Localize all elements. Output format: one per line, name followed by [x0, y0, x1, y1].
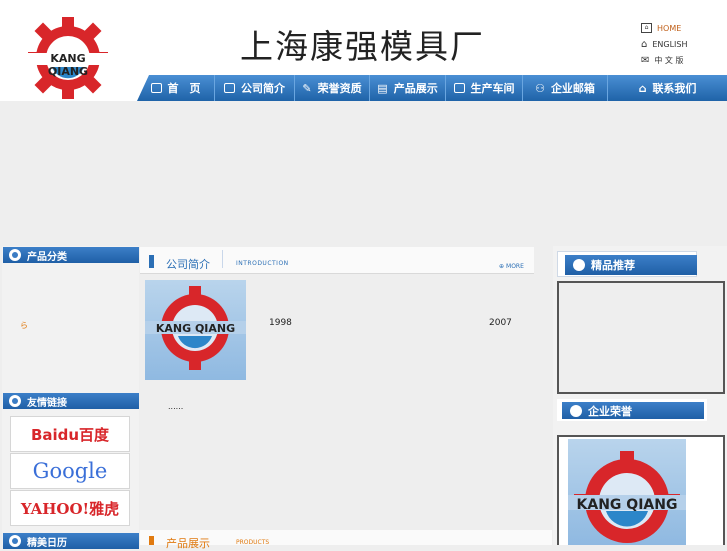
nav-home[interactable]: 首 页 [137, 75, 215, 101]
nav-about[interactable]: 公司简介 [215, 75, 295, 101]
intro-header-marker [149, 255, 154, 268]
nav-honors[interactable]: ✎ 荣誉资质 [295, 75, 370, 101]
year-2007: 2007 [489, 318, 512, 328]
lang-link-english[interactable]: ⌂ ENGLISH [641, 39, 688, 50]
more-link[interactable]: ⊕ MORE [499, 263, 524, 270]
google-logo: Google [32, 459, 108, 483]
site-title: 上海康强模具厂 [240, 27, 485, 66]
home-icon: ⌂ [641, 23, 652, 33]
bullet-icon [9, 249, 21, 261]
banner-area [0, 101, 727, 246]
lang-link-home[interactable]: ⌂ HOME [641, 23, 681, 33]
yahoo-logo: YAHOO!雅虎 [20, 499, 120, 518]
recommended-box[interactable] [557, 281, 725, 394]
photo-logo-text: KANG QIANG [155, 322, 236, 335]
category-item[interactable]: ら [20, 320, 28, 331]
house-icon: ⌂ [641, 39, 648, 50]
intro-title: 公司简介 [166, 258, 210, 271]
yahoo-link[interactable]: YAHOO!雅虎 [10, 490, 130, 526]
year-founded: 1998 [269, 318, 292, 328]
google-link[interactable]: Google [10, 453, 130, 489]
intro-subtitle: INTRODUCTION [236, 260, 289, 267]
nav-products[interactable]: ▤ 产品展示 [370, 75, 446, 101]
briefcase-icon [453, 83, 465, 93]
honor-header: 企业荣誉 [562, 402, 704, 419]
products-title: 产品展示 [166, 537, 210, 550]
lang-link-chinese[interactable]: ✉ 中 文 版 [641, 55, 683, 66]
bullet-icon [573, 259, 585, 271]
recommended-header: 精品推荐 [565, 255, 697, 275]
baidu-logo: Baidu百度 [30, 425, 110, 444]
monitor-icon [150, 83, 162, 93]
friend-links-header: 友情链接 [3, 393, 139, 409]
nav-contact[interactable]: ⌂ 联系我们 [608, 75, 727, 101]
plus-icon: ⊕ [499, 263, 505, 270]
people-icon: ⚇ [535, 81, 545, 95]
products-header-marker [149, 536, 154, 545]
logo-text: KANG QIANG [47, 52, 89, 78]
nav-email[interactable]: ⚇ 企业邮箱 [523, 75, 608, 101]
nav-workshop[interactable]: 生产车间 [446, 75, 523, 101]
honor-photo [568, 439, 686, 545]
intro-ellipsis: ...... [168, 402, 184, 411]
bullet-icon [570, 404, 582, 417]
card-icon [224, 83, 235, 93]
bullet-icon [9, 535, 21, 547]
mail-icon: ✉ [641, 55, 650, 66]
calendar-header: 精美日历 [3, 533, 139, 549]
header-divider [222, 250, 223, 268]
baidu-link[interactable]: Baidu百度 [10, 416, 130, 452]
document-icon: ▤ [377, 81, 388, 95]
main-nav: 首 页 公司简介 ✎ 荣誉资质 ▤ 产品展示 生产车间 ⚇ 企业邮箱 ⌂ 联系我们 [137, 75, 727, 101]
product-category-header: 产品分类 [3, 247, 139, 263]
bullet-icon [9, 395, 21, 407]
house-icon: ⌂ [638, 81, 647, 95]
pen-icon: ✎ [302, 81, 312, 95]
honor-logo-text: KANG QIANG [576, 497, 678, 513]
